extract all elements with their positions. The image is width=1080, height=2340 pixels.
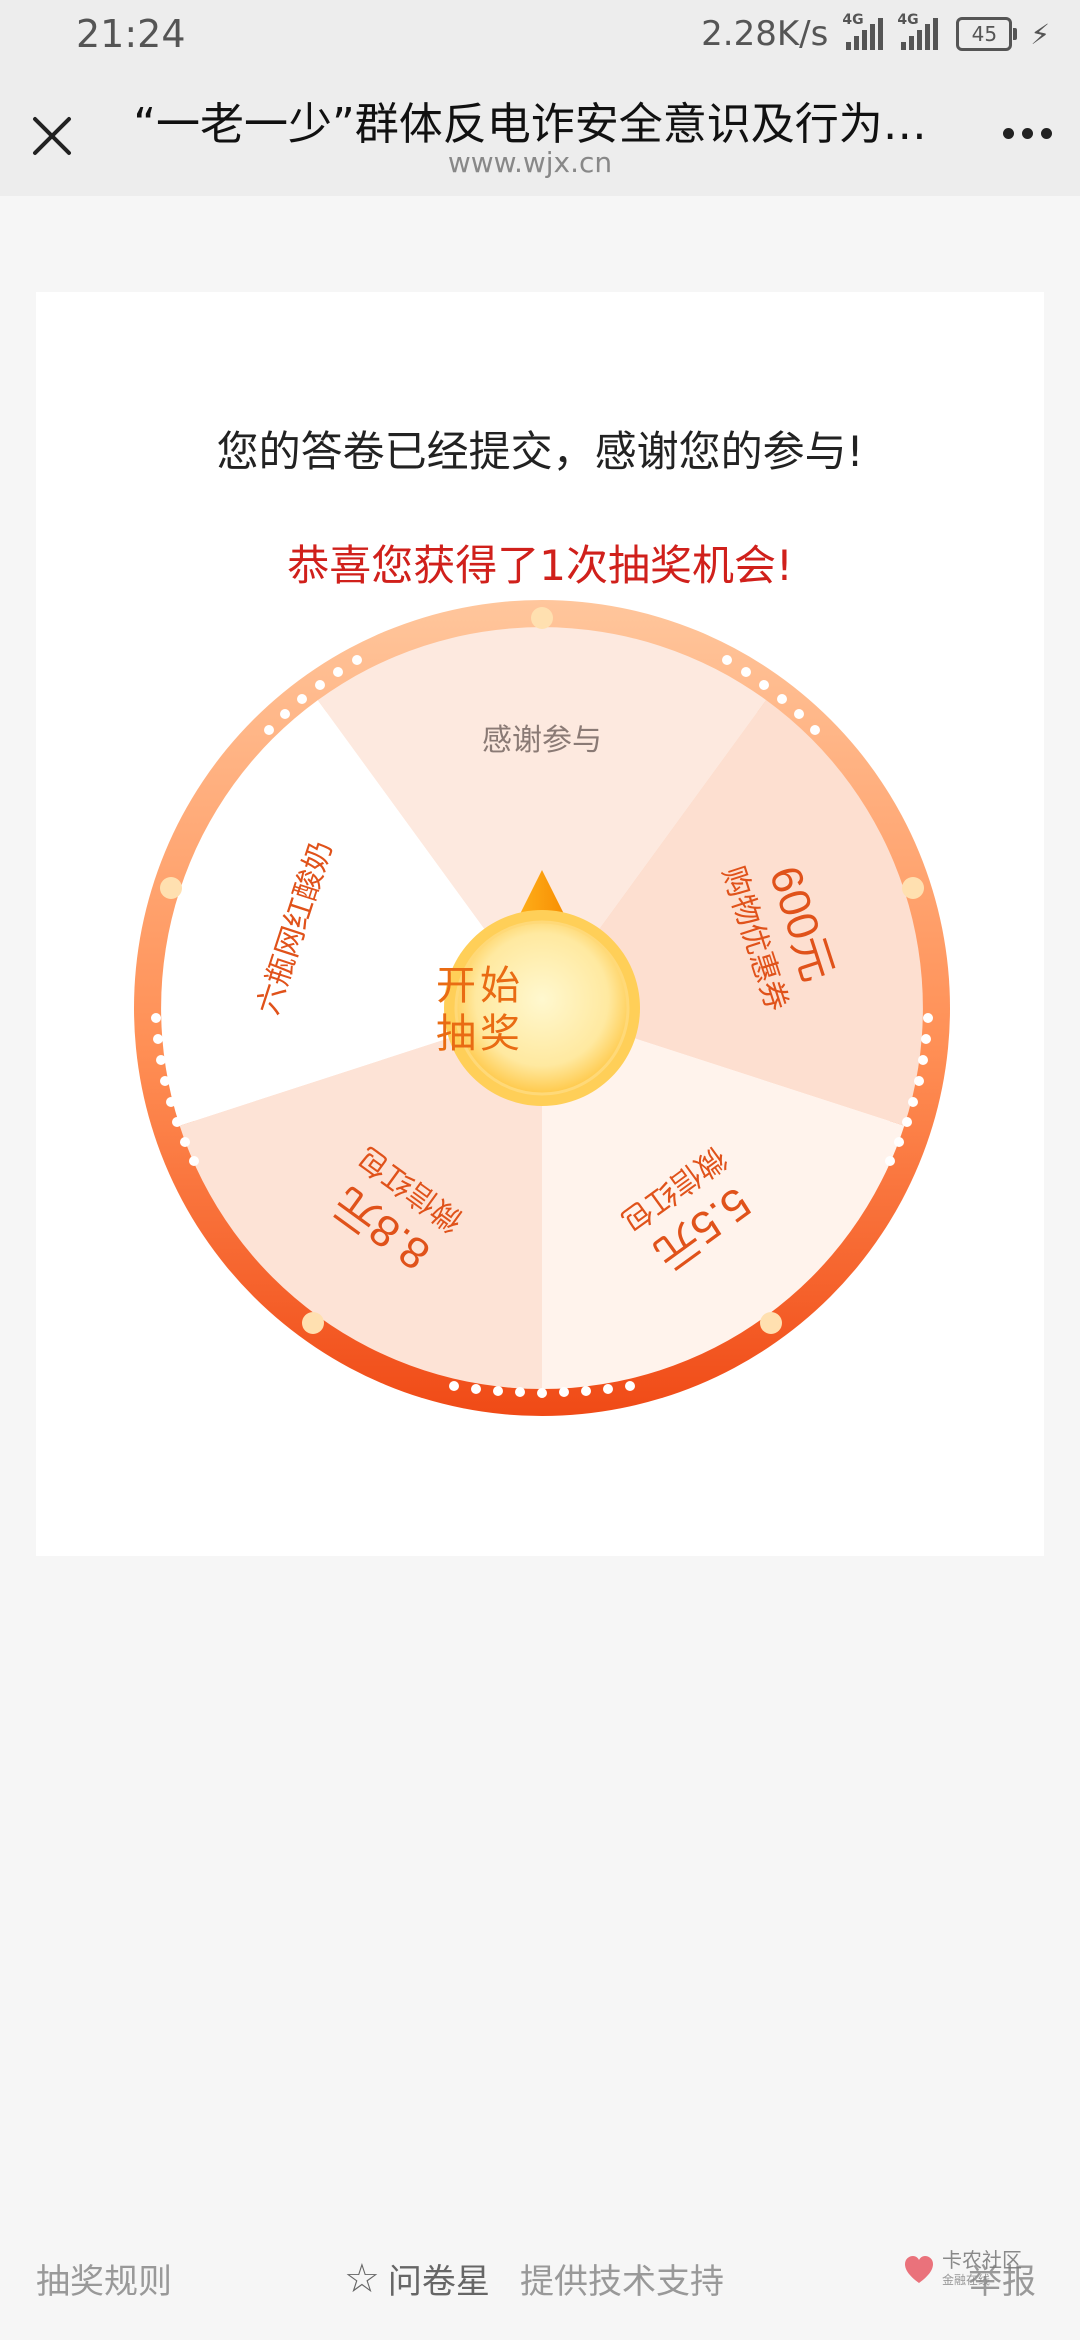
- page-domain: www.wjx.cn: [447, 146, 613, 179]
- signal-icon: 4G: [842, 12, 884, 50]
- charging-icon: ⚡: [1030, 17, 1050, 51]
- lottery-congrats: 恭喜您获得了1次抽奖机会!: [287, 541, 793, 590]
- status-time: 21:24: [76, 12, 186, 56]
- battery-icon: 45: [956, 17, 1018, 51]
- brand-logo[interactable]: ☆ 问卷星: [344, 2254, 490, 2303]
- result-card: 您的答卷已经提交，感谢您的参与! 恭喜您获得了1次抽奖机会! 感谢参与 600元…: [36, 292, 1044, 1556]
- watermark-logo-icon: [905, 2256, 933, 2283]
- brand-name: 问卷星: [387, 2262, 490, 2302]
- close-icon[interactable]: [26, 110, 78, 162]
- lottery-rules-link[interactable]: 抽奖规则: [36, 2254, 172, 2303]
- page-title: “一老一少”群体反电诈安全意识及行为…: [133, 99, 927, 150]
- watermark-tagline: 金融在线: [942, 2273, 991, 2287]
- status-indicators: 2.28K/s 4G 4G 45 ⚡: [701, 12, 1050, 54]
- more-options-icon[interactable]: [1003, 128, 1052, 139]
- watermark-name: 卡农社区: [942, 2248, 1022, 2272]
- submission-thanks: 您的答卷已经提交，感谢您的参与!: [216, 427, 864, 476]
- network-speed: 2.28K/s: [701, 14, 829, 54]
- nav-bar: “一老一少”群体反电诈安全意识及行为… www.wjx.cn: [0, 70, 1080, 196]
- start-lottery-button[interactable]: 开始 抽奖: [384, 914, 576, 1106]
- start-label-line1: 开始: [436, 963, 524, 1009]
- prize-label-thanks: 感谢参与: [482, 724, 602, 757]
- status-bar: 21:24 2.28K/s 4G 4G 45 ⚡: [0, 0, 1080, 70]
- star-icon: ☆: [344, 2255, 380, 2302]
- watermark: 卡农社区 金融在线: [902, 2250, 1022, 2290]
- signal-icon-2: 4G: [897, 12, 939, 50]
- start-label-line2: 抽奖: [436, 1011, 524, 1057]
- tech-support-text: 提供技术支持: [520, 2262, 724, 2302]
